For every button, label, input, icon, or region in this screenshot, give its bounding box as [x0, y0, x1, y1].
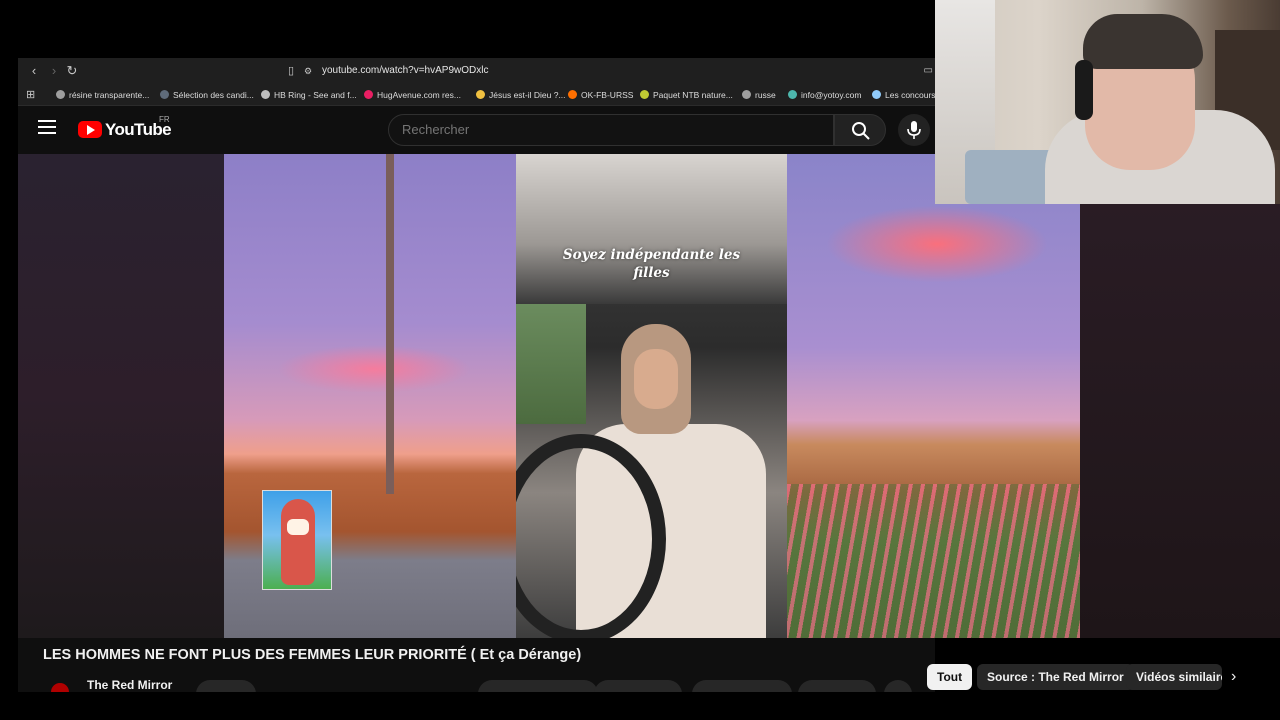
video-center-clip: Soyez indépendante les filles — [516, 154, 787, 638]
search-input[interactable] — [402, 122, 802, 137]
character-body — [281, 499, 315, 585]
bookmark-favicon-icon — [640, 90, 649, 99]
bookmark-favicon-icon — [476, 90, 485, 99]
voice-search-button[interactable] — [898, 114, 930, 146]
bookmark-item[interactable]: info@yotoy.com — [788, 88, 861, 102]
bookmark-item[interactable]: résine transparente... — [56, 88, 149, 102]
chip-similar-videos[interactable]: Vidéos similaires — [1126, 664, 1222, 690]
sky-field-scene — [787, 154, 935, 638]
bookmark-favicon-icon — [568, 90, 577, 99]
bookmark-favicon-icon — [742, 90, 751, 99]
url-text[interactable]: youtube.com/watch?v=hvAP9wODxlc — [322, 61, 488, 81]
bookmark-favicon-icon — [788, 90, 797, 99]
bookmark-label: HB Ring - See and f... — [274, 90, 357, 100]
bookmark-favicon-icon — [872, 90, 881, 99]
bookmark-favicon-icon — [261, 90, 270, 99]
related-chips: Tout Source : The Red Mirror Vidéos simi… — [927, 664, 1280, 692]
webcam-overlay — [935, 0, 1280, 204]
screen: ‹ › ↻ ▯ ⚙ youtube.com/watch?v=hvAP9wODxl… — [0, 0, 1280, 720]
subscribe-button[interactable] — [196, 680, 256, 692]
search-box[interactable] — [388, 114, 834, 146]
bookmark-item[interactable]: HugAvenue.com res... — [364, 88, 461, 102]
bookmark-label: info@yotoy.com — [801, 90, 862, 100]
video-blur-right — [1080, 154, 1280, 638]
bookmark-icon[interactable]: ▯ — [288, 61, 294, 81]
site-info-icon[interactable]: ⚙ — [304, 61, 312, 81]
bookmark-item[interactable]: russe — [742, 88, 776, 102]
browser-toolbar: ‹ › ↻ ▯ ⚙ youtube.com/watch?v=hvAP9wODxl… — [18, 58, 935, 84]
character-face — [287, 519, 309, 535]
bookmark-favicon-icon — [56, 90, 65, 99]
video-player-extension — [935, 154, 1280, 638]
reload-icon[interactable]: ↻ — [64, 63, 80, 79]
more-actions-button[interactable] — [884, 680, 912, 692]
cartoon-character-thumbnail — [262, 490, 332, 590]
car-window — [516, 304, 586, 424]
webcam-person-hair — [1083, 14, 1203, 69]
bookmark-label: HugAvenue.com res... — [377, 90, 461, 100]
youtube-play-icon — [78, 121, 102, 138]
cast-icon[interactable]: ▭ — [924, 61, 933, 81]
flower-field-left — [787, 484, 935, 638]
person-face — [634, 349, 678, 409]
headset-icon — [1075, 60, 1093, 120]
back-icon[interactable]: ‹ — [26, 63, 42, 79]
bookmark-label: Sélection des candi... — [173, 90, 254, 100]
country-code: FR — [159, 115, 170, 124]
video-scene-right-wrap — [935, 154, 1080, 638]
address-bar[interactable]: ▯ ⚙ youtube.com/watch?v=hvAP9wODxlc ▭ — [288, 61, 935, 81]
chevron-right-icon[interactable]: › — [1231, 668, 1236, 686]
bookmark-label: Paquet NTB nature... — [653, 90, 733, 100]
search-button[interactable] — [834, 114, 886, 146]
download-button[interactable] — [692, 680, 792, 692]
bookmark-item[interactable]: Les concours — [872, 88, 935, 102]
bookmark-label: Les concours — [885, 90, 935, 100]
bookmark-label: russe — [755, 90, 776, 100]
video-blur-left — [18, 154, 224, 638]
bookmark-favicon-icon — [364, 90, 373, 99]
channel-avatar[interactable] — [51, 683, 69, 692]
bookmark-item[interactable]: Sélection des candi... — [160, 88, 254, 102]
utility-pole — [386, 154, 394, 494]
share-button[interactable] — [594, 680, 682, 692]
bookmark-label: OK-FB-URSS — [581, 90, 634, 100]
channel-name[interactable]: The Red Mirror — [87, 678, 172, 692]
video-scene-left — [224, 154, 516, 638]
bookmark-favicon-icon — [160, 90, 169, 99]
like-dislike-button[interactable] — [478, 680, 598, 692]
youtube-masthead: YouTube FR — [18, 106, 935, 154]
video-caption-overlay: Soyez indépendante les filles — [562, 247, 741, 281]
chip-source[interactable]: Source : The Red Mirror — [977, 664, 1134, 690]
bookmarks-bar: ⊞ résine transparente... Sélection des ca… — [18, 84, 935, 106]
chip-all[interactable]: Tout — [927, 664, 973, 690]
apps-grid-icon[interactable]: ⊞ — [26, 88, 35, 101]
thanks-button[interactable] — [798, 680, 876, 692]
bookmark-item[interactable]: HB Ring - See and f... — [261, 88, 357, 102]
video-scene-right — [935, 154, 1080, 638]
bookmark-item[interactable]: Jésus est-il Dieu ?... — [476, 88, 566, 102]
bookmark-label: Jésus est-il Dieu ?... — [489, 90, 566, 100]
bookmark-label: résine transparente... — [69, 90, 150, 100]
video-title: LES HOMMES NE FONT PLUS DES FEMMES LEUR … — [43, 647, 582, 663]
webcam-desk-items — [965, 150, 1055, 204]
bookmark-item[interactable]: OK-FB-URSS — [568, 88, 633, 102]
microphone-icon — [907, 121, 921, 139]
forward-icon[interactable]: › — [46, 63, 62, 79]
menu-icon[interactable] — [38, 120, 56, 134]
search-icon — [852, 122, 870, 140]
bookmark-item[interactable]: Paquet NTB nature... — [640, 88, 733, 102]
flower-field — [935, 484, 1080, 638]
video-scene-right-part — [787, 154, 935, 638]
